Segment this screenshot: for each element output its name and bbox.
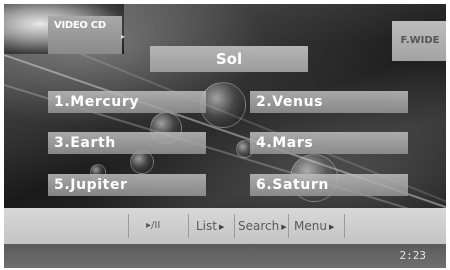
play-pause-icon: ▸/II — [146, 220, 161, 231]
title-display: Sol — [150, 46, 308, 72]
divider — [234, 214, 235, 238]
clock: 2:23 — [399, 249, 427, 262]
list-button[interactable]: List ▶ — [196, 208, 224, 244]
track-item-6[interactable]: 6.Saturn — [250, 174, 408, 196]
source-arrow-icon: ▸ — [121, 32, 126, 41]
divider — [288, 214, 289, 238]
control-bar: ▸/II List ▶ Search ▶ Menu ▶ — [4, 208, 446, 244]
track-item-5[interactable]: 5.Jupiter — [48, 174, 206, 196]
source-label[interactable]: VIDEO CD — [48, 16, 122, 54]
track-item-4[interactable]: 4.Mars — [250, 132, 408, 154]
search-button[interactable]: Search ▶ — [238, 208, 287, 244]
list-label: List — [196, 219, 217, 233]
divider — [188, 214, 189, 238]
play-pause-button[interactable]: ▸/II — [146, 208, 160, 244]
track-item-1[interactable]: 1.Mercury — [48, 91, 206, 113]
arrow-right-icon: ▶ — [218, 222, 225, 231]
divider — [344, 214, 345, 238]
arrow-right-icon: ▶ — [281, 222, 287, 231]
divider — [128, 214, 129, 238]
menu-button[interactable]: Menu ▶ — [294, 208, 334, 244]
status-bar: 2:23 — [4, 244, 446, 268]
aspect-wide-button[interactable]: F.WIDE — [392, 21, 446, 61]
screen: VIDEO CD ▸ Sol F.WIDE 1.Mercury 2.Venus … — [4, 4, 446, 268]
track-item-3[interactable]: 3.Earth — [48, 132, 206, 154]
track-item-2[interactable]: 2.Venus — [250, 91, 408, 113]
search-label: Search — [238, 219, 280, 233]
bubble — [200, 82, 246, 128]
menu-label: Menu — [294, 219, 327, 233]
arrow-right-icon: ▶ — [328, 222, 335, 231]
